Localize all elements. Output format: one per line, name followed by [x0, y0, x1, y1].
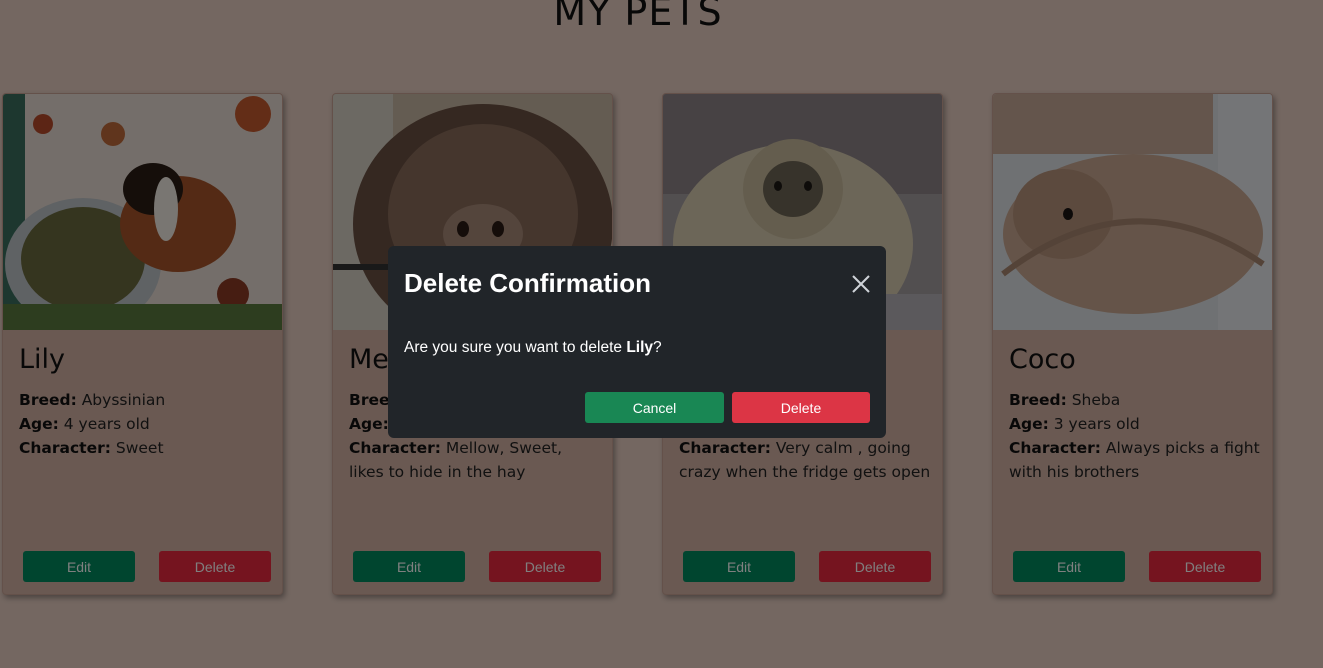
- confirm-delete-button[interactable]: Delete: [732, 392, 870, 423]
- modal-message: Are you sure you want to delete Lily?: [404, 339, 662, 356]
- delete-confirmation-dialog: Delete Confirmation Are you sure you wan…: [388, 246, 886, 438]
- modal-title: Delete Confirmation: [404, 268, 652, 298]
- pet-name-highlight: Lily: [626, 339, 654, 356]
- close-icon[interactable]: [850, 273, 872, 295]
- pets-page: MY PETS Lily Breed: Abyssinian Age: 4 ye…: [0, 0, 1323, 668]
- cancel-button[interactable]: Cancel: [585, 392, 724, 423]
